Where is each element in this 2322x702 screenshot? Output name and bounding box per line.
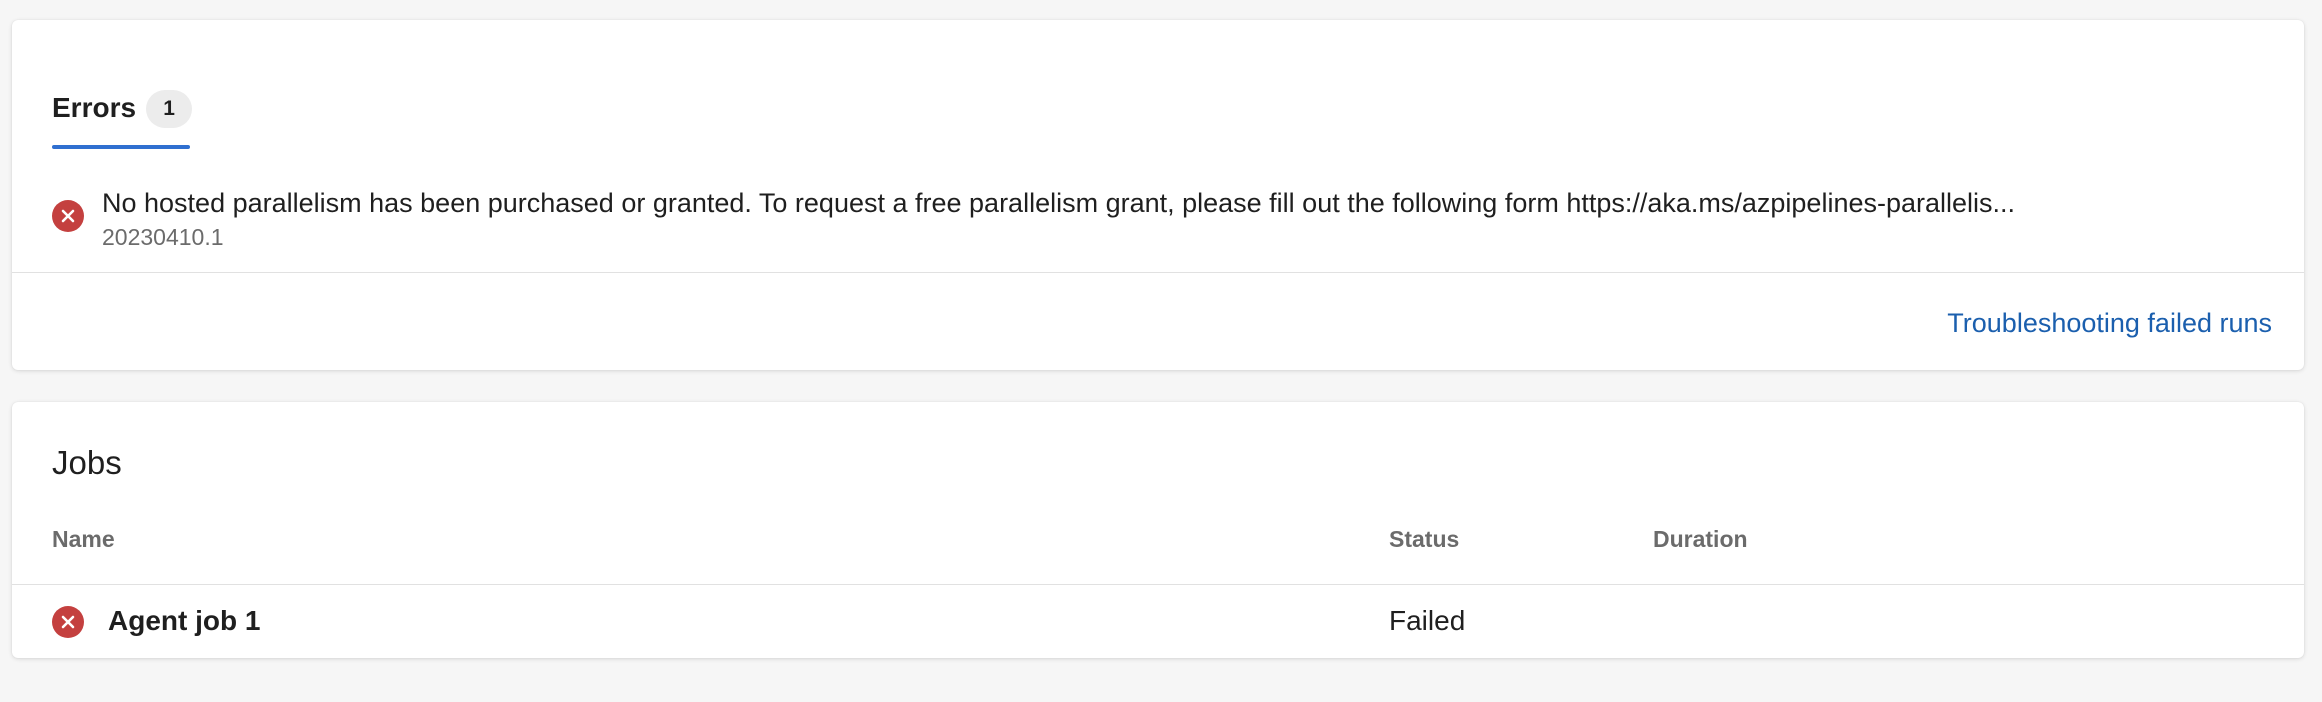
tab-errors-label: Errors — [52, 92, 137, 123]
errors-count-badge: 1 — [146, 90, 193, 128]
error-circle-icon — [52, 200, 84, 232]
error-run-number: 20230410.1 — [102, 224, 224, 250]
column-header-duration: Duration — [1653, 526, 1748, 552]
error-message[interactable]: No hosted parallelism has been purchased… — [102, 188, 2015, 219]
tab-selected-indicator — [52, 145, 190, 149]
job-status: Failed — [1389, 605, 1466, 636]
tab-errors[interactable]: Errors 1 — [52, 78, 193, 152]
column-header-status: Status — [1389, 526, 1460, 552]
divider — [12, 272, 2304, 273]
errors-card: Errors 1 No hosted parallelism has been … — [12, 20, 2304, 370]
table-header-divider — [12, 584, 2304, 585]
column-header-name: Name — [52, 526, 115, 552]
jobs-title: Jobs — [52, 444, 122, 481]
error-circle-icon — [52, 606, 84, 638]
troubleshooting-failed-runs-link[interactable]: Troubleshooting failed runs — [1947, 308, 2272, 339]
job-name[interactable]: Agent job 1 — [108, 605, 260, 637]
jobs-card: Jobs Name Status Duration Agent job 1 Fa… — [12, 402, 2304, 658]
